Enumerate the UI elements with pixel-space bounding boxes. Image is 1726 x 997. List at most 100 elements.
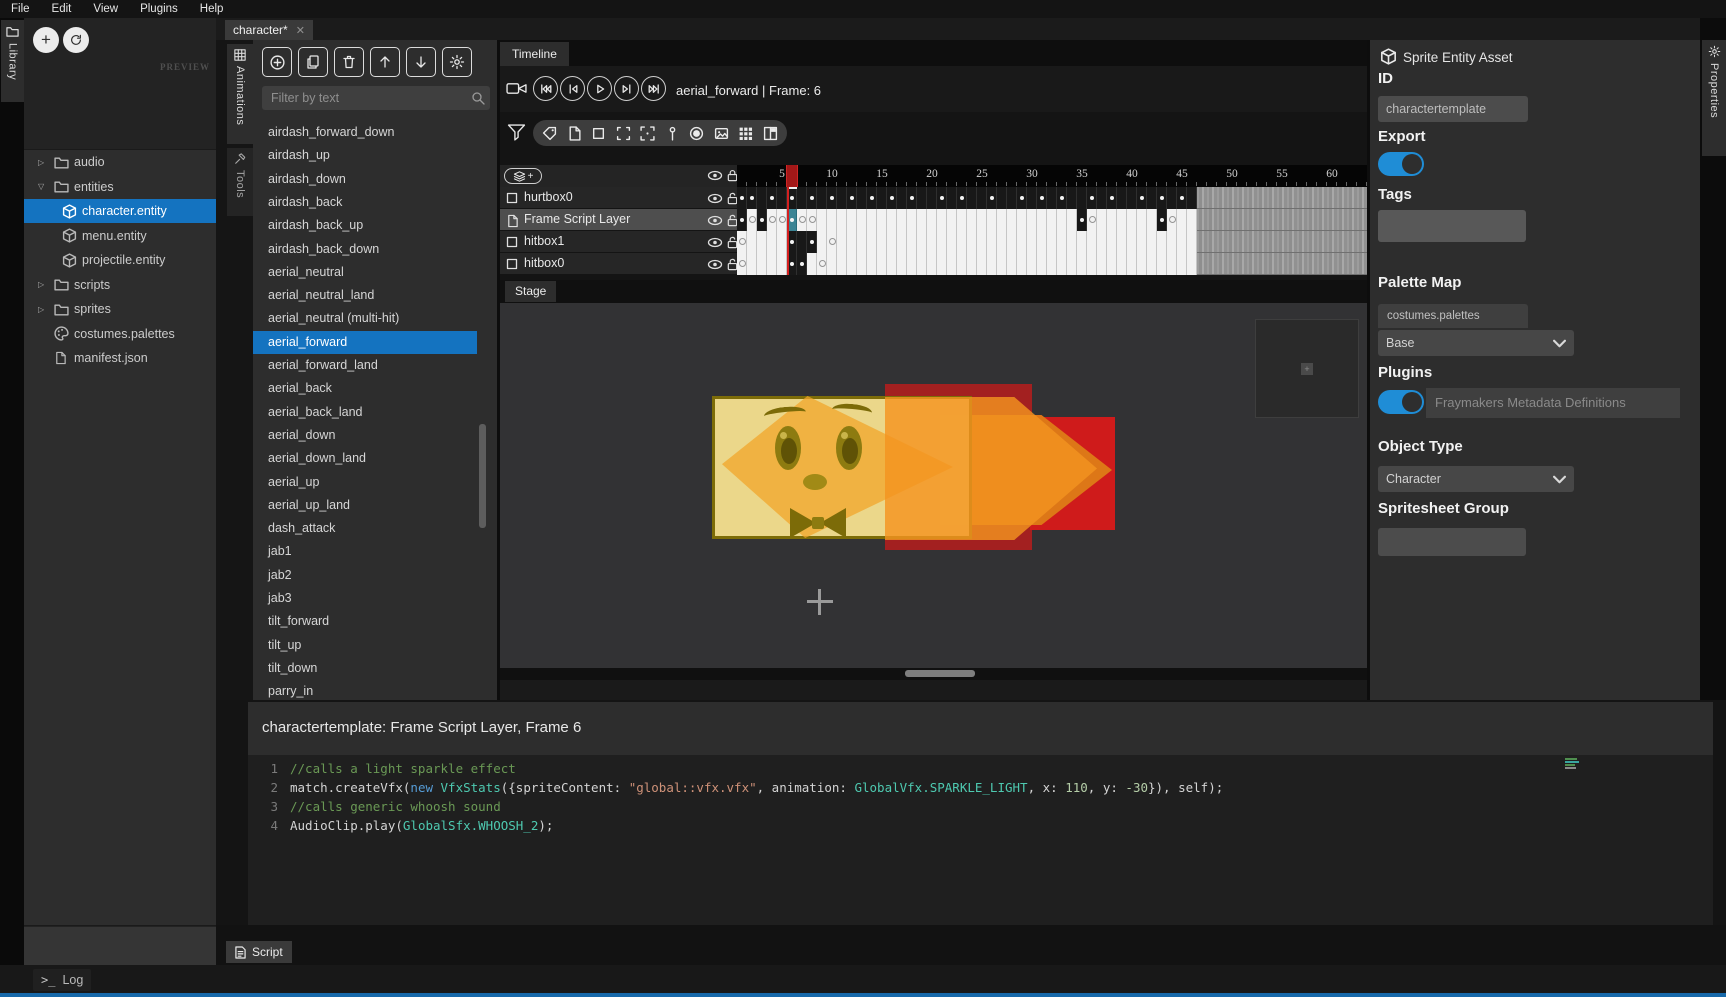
animation-item-tilt-up[interactable]: tilt_up	[253, 634, 477, 657]
animation-item-aerial-back[interactable]: aerial_back	[253, 377, 477, 400]
tab-character-document[interactable]: character* ✕	[225, 20, 313, 40]
animation-item-aerial-up[interactable]: aerial_up	[253, 471, 477, 494]
tab-animations[interactable]: Animations	[227, 44, 253, 144]
layer-row-hitbox0[interactable]: hitbox0	[500, 253, 737, 275]
move-up-button[interactable]	[370, 47, 400, 77]
menu-item-help[interactable]: Help	[189, 0, 235, 18]
menu-item-file[interactable]: File	[0, 0, 41, 18]
animation-item-aerial-forward[interactable]: aerial_forward	[253, 331, 477, 354]
tree-item-manifest-json[interactable]: manifest.json	[24, 346, 216, 370]
close-icon[interactable]: ✕	[296, 24, 305, 37]
plugin-toggle[interactable]	[1378, 390, 1424, 414]
log-toggle-button[interactable]: >_ Log	[33, 969, 91, 991]
frame-small-icon[interactable]	[616, 126, 631, 141]
spritesheet-group-field[interactable]	[1378, 528, 1526, 556]
layer-frames-hurtbox0[interactable]	[737, 187, 1367, 209]
spritesheet-preview[interactable]: +	[1255, 319, 1359, 418]
eye-icon[interactable]	[707, 237, 723, 248]
move-down-button[interactable]	[406, 47, 436, 77]
tab-library[interactable]: Library	[1, 20, 24, 102]
layer-frames-frame-script-layer[interactable]	[737, 209, 1367, 231]
columns-icon[interactable]	[763, 126, 778, 141]
layer-row-frame-script-layer[interactable]: Frame Script Layer	[500, 209, 737, 231]
object-type-select[interactable]: Character	[1378, 466, 1574, 492]
id-field[interactable]	[1378, 96, 1528, 122]
tab-script[interactable]: Script	[226, 941, 292, 963]
duplicate-animation-button[interactable]	[298, 47, 328, 77]
animation-item-aerial-down[interactable]: aerial_down	[253, 424, 477, 447]
animation-item-airdash-back-down[interactable]: airdash_back_down	[253, 238, 477, 261]
stage-horizontal-scrollbar[interactable]	[905, 670, 975, 677]
layer-frames-hitbox1[interactable]	[737, 231, 1367, 253]
tab-properties[interactable]: Properties	[1702, 40, 1726, 156]
animation-item-jab2[interactable]: jab2	[253, 564, 477, 587]
animation-item-aerial-neutral-land[interactable]: aerial_neutral_land	[253, 284, 477, 307]
animation-item-airdash-forward-down[interactable]: airdash_forward_down	[253, 121, 477, 144]
animation-settings-button[interactable]	[442, 47, 472, 77]
animation-item-aerial-down-land[interactable]: aerial_down_land	[253, 447, 477, 470]
animation-item-aerial-back-land[interactable]: aerial_back_land	[253, 401, 477, 424]
animation-item-dash-attack[interactable]: dash_attack	[253, 517, 477, 540]
file-icon[interactable]	[567, 126, 582, 141]
timeline-ruler[interactable]: 51015202530354045505560	[737, 165, 1367, 187]
tree-item-menu-entity[interactable]: menu.entity	[24, 224, 216, 248]
eye-icon[interactable]	[707, 215, 723, 226]
add-layer-button[interactable]: +	[504, 168, 542, 184]
eye-icon[interactable]	[707, 170, 723, 181]
step-back-button[interactable]	[560, 76, 585, 101]
tree-item-character-entity[interactable]: character.entity	[24, 199, 216, 223]
caret-open-icon[interactable]: ▽	[38, 182, 44, 191]
menu-item-edit[interactable]: Edit	[41, 0, 83, 18]
animation-item-airdash-back-up[interactable]: airdash_back_up	[253, 214, 477, 237]
caret-closed-icon[interactable]: ▷	[38, 158, 44, 167]
tree-item-scripts[interactable]: ▷scripts	[24, 273, 216, 297]
animation-item-aerial-forward-land[interactable]: aerial_forward_land	[253, 354, 477, 377]
refresh-preview-button[interactable]	[63, 27, 89, 53]
menu-item-view[interactable]: View	[82, 0, 129, 18]
play-button[interactable]	[587, 76, 612, 101]
pin-icon[interactable]	[665, 126, 680, 141]
animation-item-aerial-neutral[interactable]: aerial_neutral	[253, 261, 477, 284]
tree-item-sprites[interactable]: ▷sprites	[24, 297, 216, 321]
code-editor[interactable]: 1//calls a light sparkle effect2match.cr…	[248, 755, 1713, 935]
layer-frames-hitbox0[interactable]	[737, 253, 1367, 275]
export-toggle[interactable]	[1378, 152, 1424, 176]
tree-item-entities[interactable]: ▽entities	[24, 175, 216, 199]
tag-icon[interactable]	[542, 126, 557, 141]
tree-item-costumes-palettes[interactable]: costumes.palettes	[24, 322, 216, 346]
tree-item-audio[interactable]: ▷audio	[24, 150, 216, 174]
step-forward-button[interactable]	[614, 76, 639, 101]
caret-closed-icon[interactable]: ▷	[38, 305, 44, 314]
skip-start-button[interactable]	[533, 76, 558, 101]
square-icon[interactable]	[591, 126, 606, 141]
tab-stage[interactable]: Stage	[505, 281, 556, 302]
animation-item-tilt-forward[interactable]: tilt_forward	[253, 610, 477, 633]
menu-item-plugins[interactable]: Plugins	[129, 0, 189, 18]
playhead-line[interactable]	[787, 187, 789, 275]
animation-item-jab1[interactable]: jab1	[253, 540, 477, 563]
tab-tools[interactable]: Tools	[227, 148, 253, 216]
add-animation-button[interactable]	[262, 47, 292, 77]
layer-row-hitbox1[interactable]: hitbox1	[500, 231, 737, 253]
animation-item-aerial-neutral-multi-hit-[interactable]: aerial_neutral (multi-hit)	[253, 307, 477, 330]
skip-end-button[interactable]	[641, 76, 666, 101]
animation-item-aerial-up-land[interactable]: aerial_up_land	[253, 494, 477, 517]
filter-input[interactable]	[262, 86, 490, 110]
animation-item-airdash-back[interactable]: airdash_back	[253, 191, 477, 214]
tree-item-projectile-entity[interactable]: projectile.entity	[24, 248, 216, 272]
animation-item-airdash-down[interactable]: airdash_down	[253, 168, 477, 191]
animation-item-airdash-up[interactable]: airdash_up	[253, 144, 477, 167]
layer-row-hurtbox0[interactable]: hurtbox0	[500, 187, 737, 209]
tab-timeline[interactable]: Timeline	[500, 42, 569, 66]
image-icon[interactable]	[714, 126, 729, 141]
tags-field[interactable]	[1378, 210, 1526, 242]
palette-select[interactable]: Base	[1378, 330, 1574, 356]
animation-item-tilt-down[interactable]: tilt_down	[253, 657, 477, 680]
caret-closed-icon[interactable]: ▷	[38, 280, 44, 289]
add-preview-button[interactable]: +	[33, 27, 59, 53]
ruler-playhead[interactable]	[787, 165, 797, 187]
eye-icon[interactable]	[707, 259, 723, 270]
delete-animation-button[interactable]	[334, 47, 364, 77]
grid-icon[interactable]	[738, 126, 753, 141]
animation-item-jab3[interactable]: jab3	[253, 587, 477, 610]
